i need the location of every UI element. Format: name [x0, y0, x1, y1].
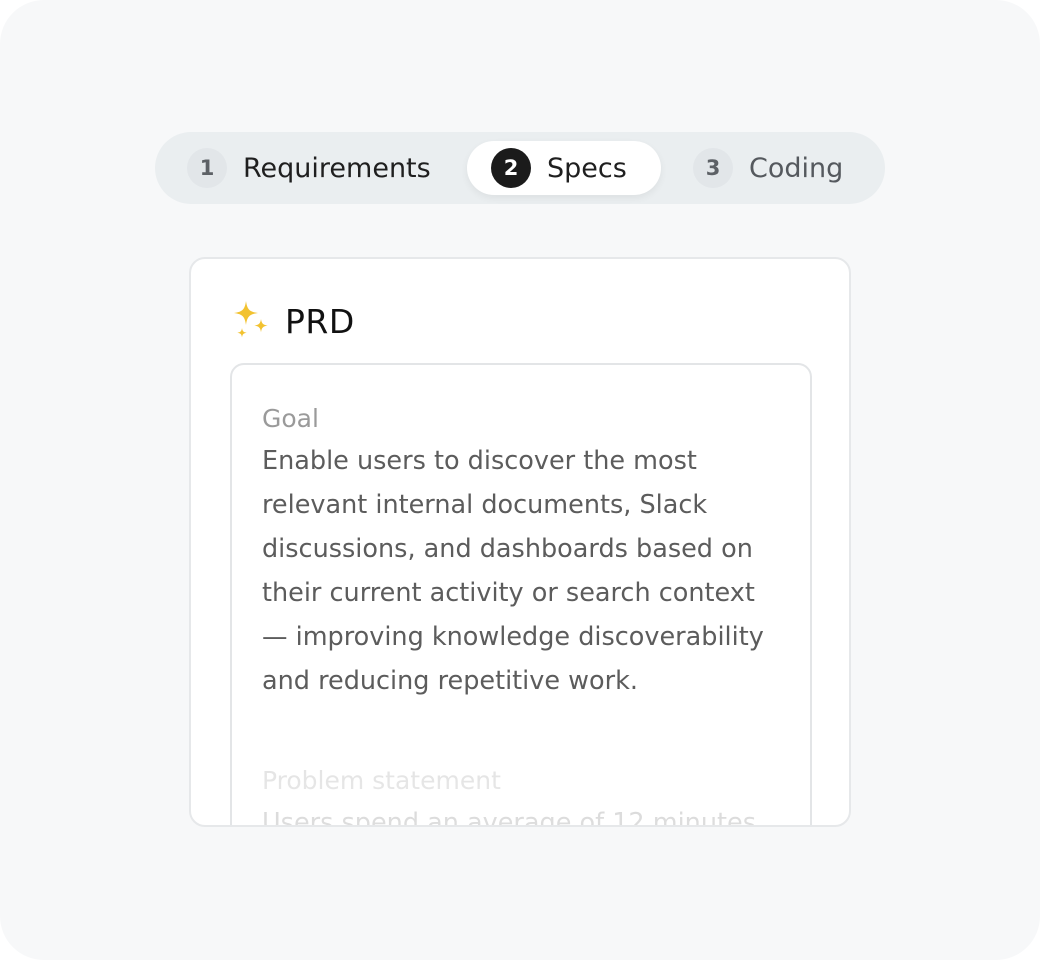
document-content: Goal Enable users to discover the most r…: [262, 399, 772, 827]
text-line: — improving knowledge discoverability: [262, 622, 764, 652]
section-label: Goal: [262, 404, 319, 433]
sparkles-icon: [234, 301, 268, 338]
card-title: PRD: [285, 301, 355, 341]
text-line: Users spend an average of 12 minutes: [262, 808, 756, 827]
step-number: 2: [491, 148, 531, 188]
step-label: Specs: [547, 152, 627, 184]
step-label: Requirements: [243, 152, 431, 184]
step-specs[interactable]: 2 Specs: [467, 141, 661, 195]
section-body: Users spend an average of 12 minutes: [262, 801, 772, 827]
card-header: PRD: [231, 297, 355, 345]
prd-card: PRD Goal Enable users to discover the mo…: [189, 257, 851, 827]
text-line: Enable users to discover the most: [262, 446, 697, 476]
section-body: Enable users to discover the most releva…: [262, 439, 772, 703]
text-line: discussions, and dashboards based on: [262, 534, 753, 564]
step-number: 3: [693, 148, 733, 188]
text-line: and reducing repetitive work.: [262, 666, 638, 696]
step-requirements[interactable]: 1 Requirements: [173, 141, 447, 195]
step-number: 1: [187, 148, 227, 188]
page-background: 1 Requirements 2 Specs 3 Coding PRD Goal: [0, 0, 1040, 960]
text-line: their current activity or search context: [262, 578, 755, 608]
text-line: relevant internal documents, Slack: [262, 490, 708, 520]
problem-statement-section: Problem statement Users spend an average…: [262, 761, 772, 827]
step-coding[interactable]: 3 Coding: [679, 141, 859, 195]
section-label: Problem statement: [262, 766, 501, 795]
step-label: Coding: [749, 152, 844, 184]
document-preview[interactable]: Goal Enable users to discover the most r…: [230, 363, 812, 827]
workflow-stepper: 1 Requirements 2 Specs 3 Coding: [155, 132, 885, 204]
goal-section: Goal Enable users to discover the most r…: [262, 399, 772, 703]
